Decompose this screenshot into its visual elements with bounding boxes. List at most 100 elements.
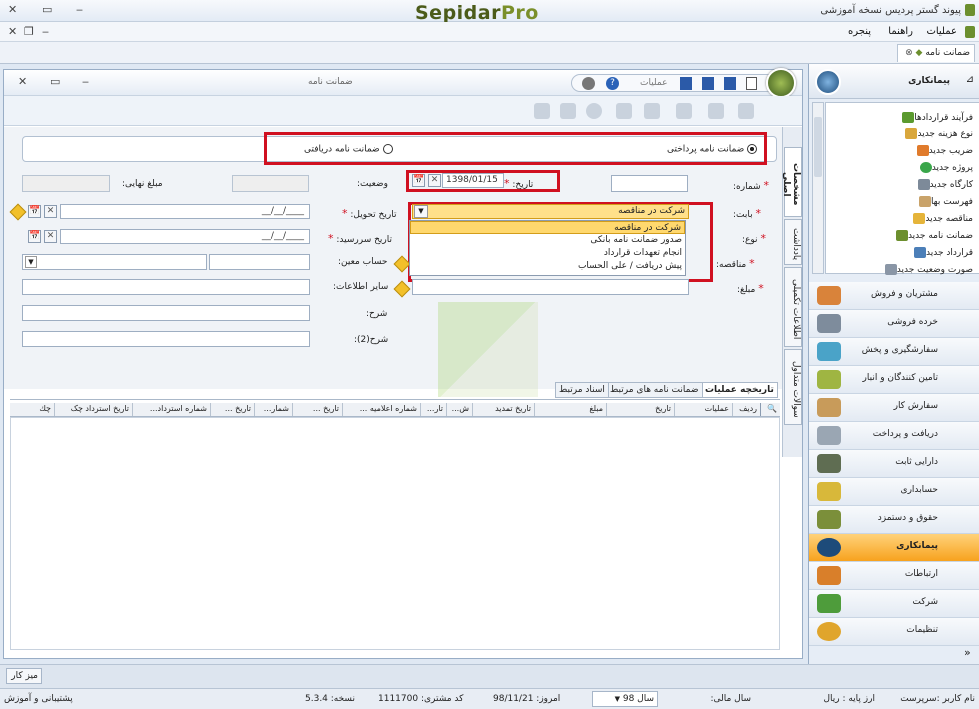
- forward-icon[interactable]: [560, 103, 576, 119]
- date-input[interactable]: 1398/01/15: [442, 173, 504, 188]
- close-icon[interactable]: ✕: [18, 75, 27, 88]
- grid-column-header[interactable]: تاریخ تمدید: [472, 403, 534, 416]
- grid-column-header[interactable]: تاریخ ...: [292, 403, 342, 416]
- grid-column-header[interactable]: شمار...: [254, 403, 292, 416]
- close-tab-icon[interactable]: ⊗: [905, 48, 913, 58]
- list-item[interactable]: پروژه جدید: [916, 162, 973, 173]
- previous-record-icon[interactable]: [676, 103, 692, 119]
- account-input[interactable]: [209, 254, 310, 270]
- minimize-icon[interactable]: ‒: [42, 25, 49, 38]
- amount-input[interactable]: [412, 279, 689, 295]
- list-item[interactable]: فهرست بها: [915, 196, 973, 207]
- grid-column-header[interactable]: چك: [36, 403, 54, 416]
- other-info-input[interactable]: [22, 279, 310, 295]
- module-work-order[interactable]: سفارش کار: [809, 394, 979, 422]
- menu-help[interactable]: راهنما: [888, 26, 913, 37]
- module-payments[interactable]: دریافت و پرداخت: [809, 422, 979, 450]
- module-suppliers[interactable]: تامین کنندگان و انبار: [809, 366, 979, 394]
- delete-icon[interactable]: [586, 103, 602, 119]
- clear-date-icon[interactable]: ✕: [428, 174, 441, 187]
- dropdown-option[interactable]: صدور ضمانت نامه بانکی: [410, 234, 685, 247]
- support-link[interactable]: پشتیبانی و آموزش: [4, 694, 73, 704]
- grid-column-header[interactable]: شماره استرداد...: [132, 403, 210, 416]
- module-fixed-assets[interactable]: دارایی ثابت: [809, 450, 979, 478]
- desc2-input[interactable]: [22, 331, 310, 347]
- grid-column-header[interactable]: شماره اعلامیه ...: [342, 403, 420, 416]
- tab-faq[interactable]: سوالات متداول: [784, 349, 802, 425]
- module-company[interactable]: شرکت: [809, 590, 979, 618]
- list-item[interactable]: کارگاه جدید: [914, 179, 973, 190]
- desk-button[interactable]: میز کار: [6, 668, 42, 684]
- module-distribution[interactable]: سفارشگیری و پخش: [809, 338, 979, 366]
- list-item[interactable]: نوع هزینه جدید: [901, 128, 973, 139]
- search-icon[interactable]: 🔍: [760, 403, 780, 416]
- list-item[interactable]: فرآیند قراردادها: [898, 112, 973, 123]
- operations-grid[interactable]: [10, 417, 780, 650]
- delivery-date-input[interactable]: __/__/____: [60, 204, 310, 219]
- list-item[interactable]: قرارداد جدید: [910, 247, 973, 258]
- tab-related-guarantees[interactable]: ضمانت نامه های مرتبط: [606, 382, 703, 398]
- tab-main-info[interactable]: مشخصات اصلی: [781, 147, 802, 217]
- grid-column-header[interactable]: تاریخ ...: [210, 403, 254, 416]
- dropdown-option[interactable]: پیش دریافت / علی الحساب: [410, 260, 685, 273]
- module-communications[interactable]: ارتباطات: [809, 562, 979, 590]
- tab-operations-history[interactable]: تاریخچه عملیات: [701, 382, 778, 398]
- module-accounting[interactable]: حسابداری: [809, 478, 979, 506]
- menu-window[interactable]: پنجره: [848, 26, 871, 37]
- tab-notes[interactable]: یادداشت: [784, 219, 802, 265]
- restore-icon[interactable]: ▭: [50, 75, 60, 88]
- restore-icon[interactable]: ❐: [24, 25, 34, 38]
- chevron-double-down-icon[interactable]: »: [964, 646, 971, 659]
- module-settings[interactable]: تنظیمات: [809, 618, 979, 646]
- grid-column-header[interactable]: مبلغ: [534, 403, 606, 416]
- list-item[interactable]: ضریب جدید: [913, 145, 973, 156]
- radio-paid[interactable]: ضمانت نامه پرداختی: [667, 144, 758, 155]
- minimize-icon[interactable]: ‒: [82, 75, 89, 88]
- fiscal-year-select[interactable]: سال 98 ▼: [592, 691, 658, 707]
- settings-icon[interactable]: [582, 77, 595, 90]
- dropdown-option[interactable]: شرکت در مناقصه: [410, 221, 685, 234]
- save-close-icon[interactable]: [724, 77, 736, 90]
- calendar-icon[interactable]: 📅: [412, 174, 425, 187]
- grid-column-header[interactable]: تاریخ استرداد چک: [54, 403, 132, 416]
- grid-column-header[interactable]: تاریخ: [606, 403, 674, 416]
- help-icon[interactable]: ?: [606, 77, 619, 90]
- grid-column-header[interactable]: ردیف: [732, 403, 760, 416]
- grid-column-header[interactable]: عملیات: [674, 403, 732, 416]
- radio-received[interactable]: ضمانت نامه دریافتی: [304, 144, 393, 155]
- module-payroll[interactable]: حقوق و دستمزد: [809, 506, 979, 534]
- chevron-down-icon[interactable]: ▼: [414, 205, 428, 218]
- calendar-icon[interactable]: 📅: [28, 205, 41, 218]
- scrollbar[interactable]: [812, 102, 824, 274]
- list-item[interactable]: مناقصه جدید: [909, 213, 973, 224]
- tab-guarantee[interactable]: ضمانت نامه ◆ ⊗: [897, 44, 975, 62]
- menu-operations[interactable]: عملیات: [926, 26, 957, 37]
- save-icon[interactable]: [680, 77, 692, 90]
- next-record-icon[interactable]: [708, 103, 724, 119]
- calendar-icon[interactable]: 📅: [28, 230, 41, 243]
- module-retail[interactable]: خرده فروشی: [809, 310, 979, 338]
- last-record-icon[interactable]: [738, 103, 754, 119]
- babat-select[interactable]: ▼ شرکت در مناقصه: [412, 204, 689, 219]
- save-new-icon[interactable]: [702, 77, 714, 90]
- grid-column-header[interactable]: تار...: [420, 403, 446, 416]
- scrollbar-thumb[interactable]: [814, 117, 822, 177]
- grid-column-header[interactable]: ش...: [446, 403, 472, 416]
- close-icon[interactable]: ✕: [8, 3, 17, 16]
- new-document-icon[interactable]: [746, 77, 757, 90]
- desc-input[interactable]: [22, 305, 310, 321]
- module-sales[interactable]: مشتریان و فروش: [809, 282, 979, 310]
- copy-icon[interactable]: [616, 103, 632, 119]
- minimize-icon[interactable]: ‒: [76, 3, 83, 16]
- dropdown-option[interactable]: انجام تعهدات قرارداد: [410, 247, 685, 260]
- account-select[interactable]: ▼: [22, 254, 207, 270]
- clear-date-icon[interactable]: ✕: [44, 205, 57, 218]
- module-contracting[interactable]: پیمانکاری: [809, 534, 979, 562]
- number-input[interactable]: [611, 175, 688, 192]
- chevron-down-icon[interactable]: ▼: [25, 256, 37, 268]
- tab-related-documents[interactable]: اسناد مرتبط: [555, 382, 609, 398]
- pin-icon[interactable]: ⊿: [966, 74, 974, 85]
- list-item[interactable]: صورت وضعیت جدید: [881, 264, 973, 275]
- close-icon[interactable]: ✕: [8, 25, 17, 38]
- list-item[interactable]: ضمانت نامه جدید: [892, 230, 973, 241]
